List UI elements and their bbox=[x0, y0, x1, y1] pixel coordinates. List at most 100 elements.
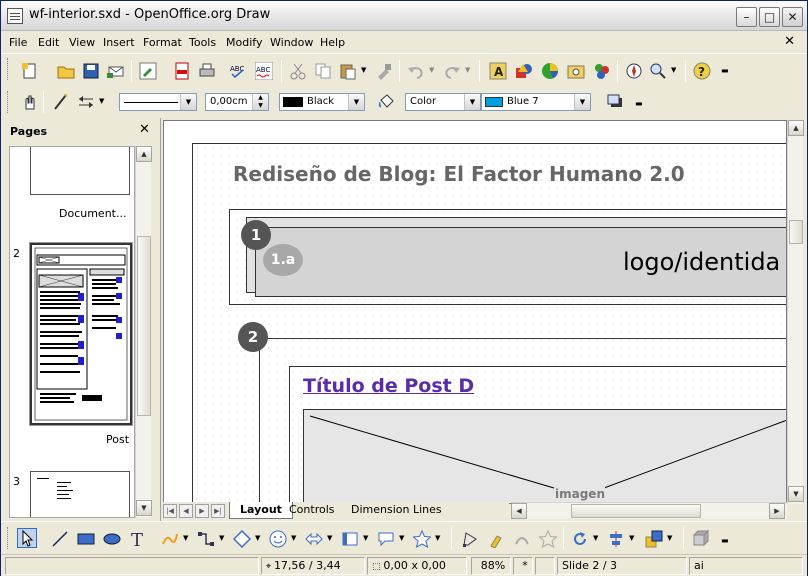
spin-buttons-icon[interactable]: ▲ ▼ bbox=[252, 94, 268, 110]
glue-points-icon[interactable] bbox=[487, 530, 505, 548]
toolbar-overflow-icon[interactable]: ▬ bbox=[721, 66, 729, 75]
text-icon[interactable]: A bbox=[489, 62, 507, 80]
signature-indicator[interactable] bbox=[535, 557, 555, 575]
tab-dimension-lines[interactable]: Dimension Lines bbox=[341, 502, 452, 519]
text-tool-icon[interactable]: T bbox=[129, 530, 147, 548]
scroll-thumb[interactable] bbox=[789, 220, 803, 244]
toolbar-overflow-icon[interactable]: ▬ bbox=[635, 99, 643, 108]
print-icon[interactable] bbox=[198, 62, 216, 80]
alignment-icon[interactable] bbox=[607, 530, 625, 548]
symbol-shapes-icon[interactable] bbox=[269, 530, 287, 548]
arrow-style-icon[interactable] bbox=[77, 93, 95, 111]
scroll-down-icon[interactable]: ▼ bbox=[136, 500, 152, 516]
open-icon[interactable] bbox=[57, 62, 75, 80]
extrusion-toggle-icon[interactable] bbox=[691, 530, 709, 548]
line-width-field[interactable]: 0,00cm ▲ ▼ bbox=[205, 93, 269, 111]
spellcheck-icon[interactable]: ABC bbox=[229, 62, 247, 80]
rectangle-icon[interactable] bbox=[77, 530, 95, 548]
callouts-dropdown-icon[interactable]: ▼ bbox=[399, 534, 404, 542]
curve-icon[interactable] bbox=[161, 530, 179, 548]
rotate-icon[interactable] bbox=[571, 530, 589, 548]
canvas-vscrollbar[interactable]: ▲ ▼ bbox=[787, 120, 804, 504]
image-icon[interactable] bbox=[567, 62, 585, 80]
new-document-icon[interactable] bbox=[21, 62, 39, 80]
menu-window[interactable]: Window bbox=[270, 36, 313, 49]
zoom-level[interactable]: 88% bbox=[471, 557, 511, 575]
connector-icon[interactable] bbox=[197, 530, 215, 548]
toolbar-grip[interactable] bbox=[7, 58, 10, 80]
paste-icon[interactable] bbox=[339, 62, 357, 80]
redo-dropdown-icon[interactable]: ▼ bbox=[465, 66, 470, 74]
callouts-icon[interactable] bbox=[377, 530, 395, 548]
undo-icon[interactable] bbox=[407, 62, 425, 80]
canvas-hscrollbar[interactable]: ◀ ▶ bbox=[511, 502, 787, 519]
menu-format[interactable]: Format bbox=[143, 36, 182, 49]
next-tab-icon[interactable]: ▶ bbox=[195, 504, 209, 518]
menu-insert[interactable]: Insert bbox=[103, 36, 135, 49]
area-style-select[interactable]: Color ▼ bbox=[405, 93, 481, 111]
toolbar-grip[interactable] bbox=[7, 527, 10, 549]
page-thumbnail-1[interactable] bbox=[30, 147, 130, 195]
symbols-dropdown-icon[interactable]: ▼ bbox=[291, 534, 296, 542]
first-tab-icon[interactable]: |◀ bbox=[163, 504, 177, 518]
scroll-thumb[interactable] bbox=[137, 236, 151, 416]
insert-shapes-icon[interactable] bbox=[515, 62, 533, 80]
scroll-up-icon[interactable]: ▲ bbox=[136, 146, 152, 162]
navigator-icon[interactable] bbox=[625, 62, 643, 80]
undo-dropdown-icon[interactable]: ▼ bbox=[429, 66, 434, 74]
menu-help[interactable]: Help bbox=[320, 36, 345, 49]
shadow-icon[interactable] bbox=[606, 93, 624, 111]
last-tab-icon[interactable]: ▶| bbox=[211, 504, 225, 518]
rotate-dropdown-icon[interactable]: ▼ bbox=[593, 534, 598, 542]
select-arrow-icon[interactable] bbox=[17, 528, 37, 548]
ellipse-icon[interactable] bbox=[103, 530, 121, 548]
alignment-dropdown-icon[interactable]: ▼ bbox=[629, 534, 634, 542]
line-tool-icon[interactable] bbox=[51, 530, 69, 548]
canvas[interactable]: Rediseño de Blog: El Factor Humano 2.0 1… bbox=[163, 120, 787, 504]
scroll-thumb[interactable] bbox=[571, 504, 701, 518]
area-fill-icon[interactable] bbox=[377, 93, 395, 111]
slide-page[interactable]: Rediseño de Blog: El Factor Humano 2.0 1… bbox=[192, 143, 786, 503]
close-icon[interactable]: ✕ bbox=[139, 122, 150, 137]
menu-edit[interactable]: Edit bbox=[38, 36, 59, 49]
redo-icon[interactable] bbox=[443, 62, 461, 80]
arrow-style-dropdown-icon[interactable]: ▼ bbox=[99, 97, 104, 105]
flowchart-dropdown-icon[interactable]: ▼ bbox=[363, 534, 368, 542]
toolbar-overflow-icon[interactable]: ▬ bbox=[721, 536, 729, 545]
menu-view[interactable]: View bbox=[69, 36, 95, 49]
page-thumbnail-2[interactable] bbox=[29, 242, 133, 426]
scroll-left-icon[interactable]: ◀ bbox=[511, 503, 527, 519]
block-arrows-icon[interactable] bbox=[305, 530, 323, 548]
curve-dropdown-icon[interactable]: ▼ bbox=[183, 534, 188, 542]
minimize-button[interactable]: – bbox=[736, 7, 757, 27]
basic-shapes-icon[interactable] bbox=[233, 530, 251, 548]
copy-icon[interactable] bbox=[314, 62, 332, 80]
extrusion-icon[interactable] bbox=[539, 530, 557, 548]
help-icon[interactable]: ? bbox=[693, 62, 711, 80]
area-color-select[interactable]: Blue 7 ▼ bbox=[481, 93, 591, 111]
toolbar-grip[interactable] bbox=[7, 91, 10, 113]
arrows-dropdown-icon[interactable]: ▼ bbox=[327, 534, 332, 542]
email-icon[interactable] bbox=[107, 62, 125, 80]
export-pdf-icon[interactable] bbox=[173, 62, 191, 80]
clone-formatting-icon[interactable] bbox=[375, 62, 393, 80]
post-title-link[interactable]: Título de Post D bbox=[303, 375, 474, 397]
scroll-right-icon[interactable]: ▶ bbox=[769, 503, 785, 519]
points-icon[interactable] bbox=[461, 530, 479, 548]
connector-dropdown-icon[interactable]: ▼ bbox=[219, 534, 224, 542]
tab-controls[interactable]: Controls bbox=[279, 502, 345, 519]
flowchart-icon[interactable] bbox=[341, 530, 359, 548]
line-color-select[interactable]: Black ▼ bbox=[279, 93, 365, 111]
close-document-icon[interactable]: ✕ bbox=[784, 34, 795, 49]
save-icon[interactable] bbox=[82, 62, 100, 80]
cut-icon[interactable] bbox=[289, 62, 307, 80]
fontwork-icon[interactable] bbox=[513, 530, 531, 548]
scroll-down-icon[interactable]: ▼ bbox=[788, 486, 804, 502]
menu-tools[interactable]: Tools bbox=[189, 36, 216, 49]
paste-dropdown-icon[interactable]: ▼ bbox=[361, 66, 366, 74]
pages-scrollbar[interactable]: ▲ ▼ bbox=[135, 146, 152, 518]
select-hand-icon[interactable] bbox=[20, 93, 38, 111]
pages-list[interactable]: Document... 2 Post 3 bbox=[9, 146, 135, 518]
shapes-dropdown-icon[interactable]: ▼ bbox=[255, 534, 260, 542]
line-icon[interactable] bbox=[52, 93, 70, 111]
